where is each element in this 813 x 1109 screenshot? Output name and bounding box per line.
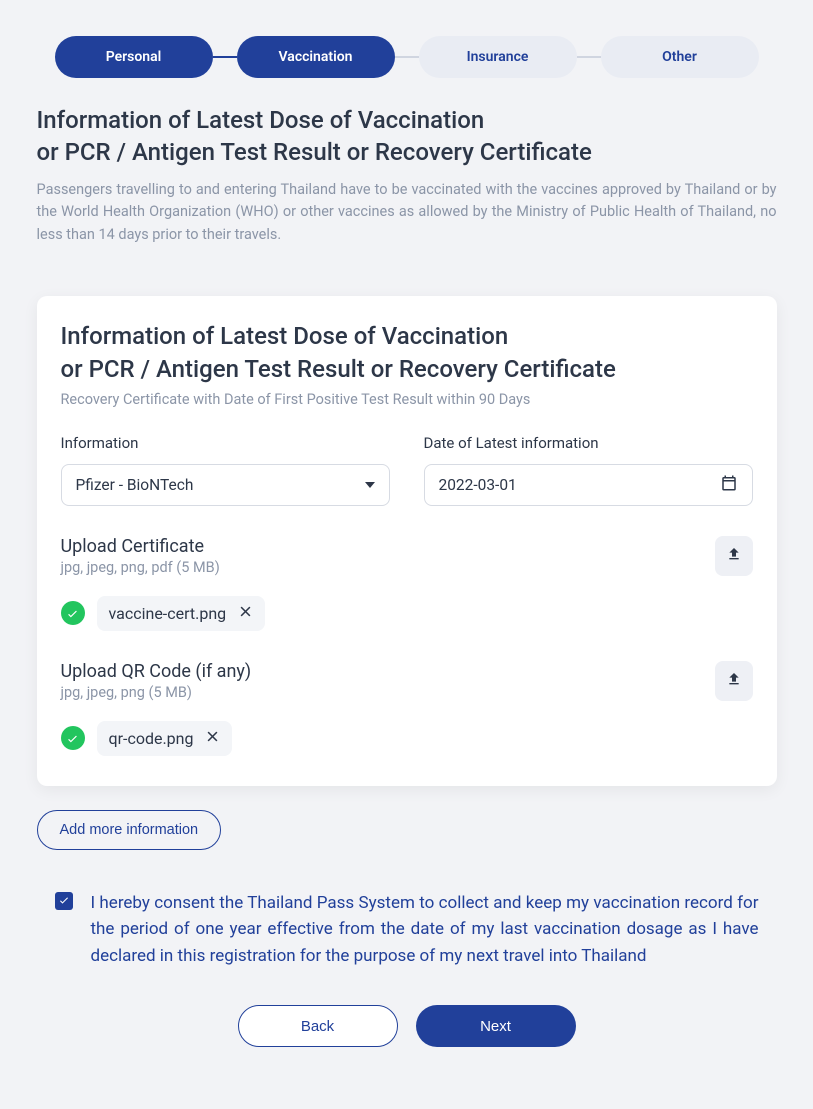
stepper: Personal Vaccination Insurance Other [37,36,777,78]
date-value: 2022-03-01 [439,476,720,494]
uploaded-qr-filename: qr-code.png [109,729,194,748]
chevron-down-icon [365,482,375,488]
calendar-icon [720,474,738,496]
information-select[interactable]: Pfizer - BioNTech [61,464,390,506]
information-label: Information [61,434,390,452]
close-icon [205,729,220,748]
upload-qr-button[interactable] [715,661,753,701]
check-circle-icon [61,726,85,750]
consent-checkbox[interactable] [55,892,73,910]
step-label: Vaccination [279,49,353,65]
back-button[interactable]: Back [238,1005,398,1047]
uploaded-cert-chip: vaccine-cert.png [97,596,266,631]
upload-cert-title: Upload Certificate [61,536,220,557]
step-personal[interactable]: Personal [55,36,213,78]
card-subtitle: Recovery Certificate with Date of First … [61,391,753,408]
remove-qr-button[interactable] [205,729,220,748]
date-label: Date of Latest information [424,434,753,452]
uploaded-cert-filename: vaccine-cert.png [109,604,227,623]
step-label: Other [662,49,697,65]
page-header: Information of Latest Dose of Vaccinatio… [37,104,777,246]
step-vaccination[interactable]: Vaccination [237,36,395,78]
date-input[interactable]: 2022-03-01 [424,464,753,506]
step-other[interactable]: Other [601,36,759,78]
check-icon [58,891,70,910]
upload-cert-button[interactable] [715,536,753,576]
step-connector [213,56,237,58]
upload-qr-hint: jpg, jpeg, png (5 MB) [61,684,252,701]
page-description: Passengers travelling to and entering Th… [37,179,777,246]
check-circle-icon [61,601,85,625]
close-icon [238,604,253,623]
step-connector [577,56,601,58]
vaccination-card: Information of Latest Dose of Vaccinatio… [37,296,777,786]
step-insurance[interactable]: Insurance [419,36,577,78]
upload-qr-title: Upload QR Code (if any) [61,661,252,682]
card-title: Information of Latest Dose of Vaccinatio… [61,320,753,385]
consent-text: I hereby consent the Thailand Pass Syste… [91,890,759,969]
nav-buttons: Back Next [37,1005,777,1047]
next-button[interactable]: Next [416,1005,576,1047]
upload-cert-hint: jpg, jpeg, png, pdf (5 MB) [61,559,220,576]
upload-icon [726,546,742,566]
step-label: Personal [106,49,162,65]
upload-icon [726,671,742,691]
uploaded-qr-chip: qr-code.png [97,721,233,756]
step-label: Insurance [467,49,529,65]
step-connector [395,56,419,58]
add-more-button[interactable]: Add more information [37,810,222,850]
information-value: Pfizer - BioNTech [76,476,365,494]
remove-cert-button[interactable] [238,604,253,623]
consent-section: I hereby consent the Thailand Pass Syste… [37,890,777,969]
page-title: Information of Latest Dose of Vaccinatio… [37,104,777,169]
